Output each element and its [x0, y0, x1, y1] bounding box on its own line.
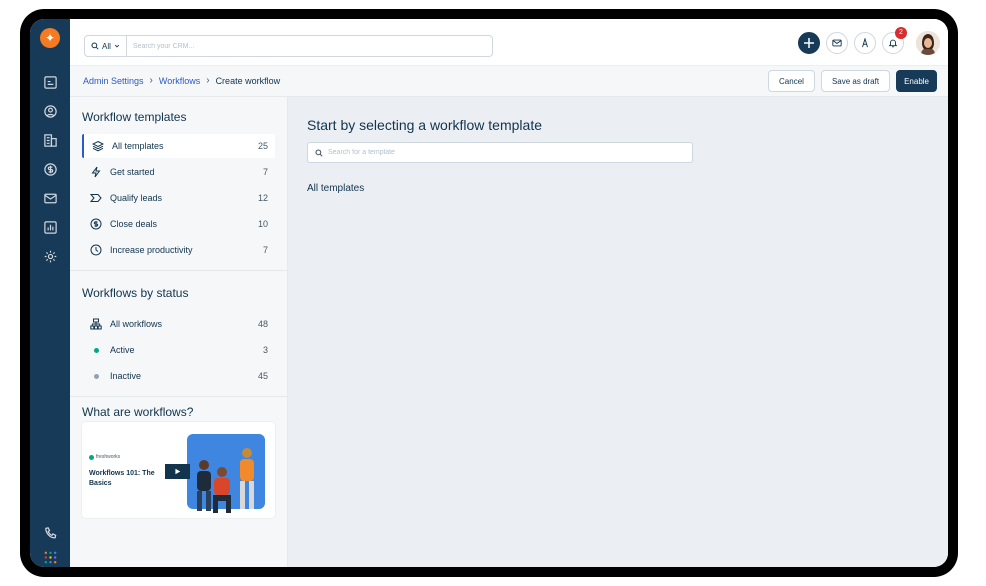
plus-icon: [804, 38, 814, 48]
template-item-label: Get started: [110, 167, 155, 177]
sidebar: Workflow templates All templates 25 Get …: [70, 97, 288, 567]
hierarchy-icon: [85, 318, 107, 330]
email-icon[interactable]: [42, 190, 58, 206]
active-dot-icon: [85, 347, 107, 353]
freshworks-logo-icon: [89, 454, 94, 460]
chevron-right-icon: ›: [206, 75, 210, 86]
breadcrumb: Admin Settings › Workflows › Create work…: [83, 75, 280, 86]
cancel-button[interactable]: Cancel: [768, 70, 815, 92]
status-item-active[interactable]: Active 3: [82, 338, 275, 362]
enable-button[interactable]: Enable: [896, 70, 937, 92]
breadcrumb-workflows[interactable]: Workflows: [159, 76, 200, 86]
search-scope-label: All: [102, 41, 111, 51]
status-item-label: Inactive: [110, 371, 142, 381]
screen: ✦ All Search your CRM... 2 Admin Setting…: [30, 19, 948, 567]
template-item-count: 7: [262, 167, 268, 177]
people-illustration-icon: [197, 448, 254, 513]
freshsales-logo-icon[interactable]: ✦: [40, 28, 60, 48]
status-item-label: Active: [110, 345, 135, 355]
dashboard-icon[interactable]: [42, 74, 58, 90]
inactive-dot-icon: [85, 373, 107, 379]
phone-icon[interactable]: [42, 525, 58, 541]
template-item-count: 25: [257, 141, 268, 151]
bell-icon: [888, 39, 898, 48]
template-item-count: 10: [257, 219, 268, 229]
page-title: Start by selecting a workflow template: [307, 117, 542, 133]
save-as-draft-button[interactable]: Save as draft: [820, 70, 891, 92]
template-item-label: Increase productivity: [110, 245, 193, 255]
header-buttons: Cancel Save as draft Enable: [768, 70, 937, 92]
status-item-count: 3: [262, 345, 268, 355]
assistant-button[interactable]: [854, 32, 876, 54]
template-item-label: All templates: [112, 141, 164, 151]
reports-icon[interactable]: [42, 219, 58, 235]
clock-icon: [85, 244, 107, 256]
breadcrumb-current: Create workflow: [215, 75, 281, 86]
video-title: Workflows 101: The Basics: [89, 470, 155, 487]
play-icon: [175, 468, 181, 475]
status-item-all-workflows[interactable]: All workflows 48: [82, 312, 275, 336]
status-item-inactive[interactable]: Inactive 45: [82, 364, 275, 388]
search-icon: [315, 148, 323, 157]
settings-icon[interactable]: [42, 248, 58, 264]
search-icon: [91, 42, 99, 50]
templates-section-label: All templates: [307, 183, 365, 194]
layers-icon: [87, 140, 109, 152]
divider: [70, 270, 288, 271]
template-item-label: Close deals: [110, 219, 158, 229]
chevron-right-icon: ›: [149, 75, 153, 86]
templates-section-title: Workflow templates: [82, 110, 187, 124]
status-item-label: All workflows: [110, 319, 163, 329]
avatar[interactable]: [916, 31, 940, 55]
template-search: [307, 142, 693, 163]
search-scope-dropdown[interactable]: All: [85, 36, 127, 56]
left-nav: ✦: [30, 19, 70, 567]
template-item-close-deals[interactable]: Close deals 10: [82, 212, 275, 236]
status-item-count: 45: [257, 371, 268, 381]
global-search: All: [84, 35, 493, 57]
workflows-video-card[interactable]: freshworks Workflows 101: The Basics: [82, 422, 275, 518]
status-section-title: Workflows by status: [82, 286, 189, 300]
notification-badge: 2: [895, 27, 907, 39]
about-section-title: What are workflows?: [82, 405, 194, 419]
breadcrumb-admin-settings[interactable]: Admin Settings: [83, 76, 144, 86]
mail-icon: [832, 39, 842, 47]
top-bar: All 2: [70, 19, 948, 65]
chevron-funnel-icon: [85, 192, 107, 204]
brand-label: freshworks: [96, 454, 121, 460]
template-item-qualify-leads[interactable]: Qualify leads 12: [82, 186, 275, 210]
accounts-icon[interactable]: [42, 132, 58, 148]
mail-button[interactable]: [826, 32, 848, 54]
lightning-icon: [85, 166, 107, 178]
status-item-count: 48: [257, 319, 268, 329]
template-item-label: Qualify leads: [110, 193, 163, 203]
chevron-down-icon: [114, 44, 120, 48]
quick-add-button[interactable]: [798, 32, 820, 54]
app-launcher-icon[interactable]: [42, 549, 58, 565]
freshworks-brand: freshworks: [89, 454, 120, 460]
template-item-increase-productivity[interactable]: Increase productivity 7: [82, 238, 275, 262]
deals-icon[interactable]: [42, 161, 58, 177]
search-input[interactable]: [126, 42, 427, 50]
template-item-get-started[interactable]: Get started 7: [82, 160, 275, 184]
assistant-icon: [862, 38, 868, 48]
page-header: Admin Settings › Workflows › Create work…: [70, 65, 948, 97]
template-item-count: 12: [257, 193, 268, 203]
dollar-icon: [85, 218, 107, 230]
divider: [70, 396, 288, 397]
contacts-icon[interactable]: [42, 103, 58, 119]
template-item-count: 7: [262, 245, 268, 255]
main-content: Start by selecting a workflow template A…: [288, 97, 948, 567]
template-search-input[interactable]: [328, 149, 668, 156]
top-actions: 2: [798, 27, 940, 55]
notifications-button[interactable]: 2: [882, 27, 907, 54]
play-button[interactable]: [165, 464, 190, 479]
device-frame: ✦ All Search your CRM... 2 Admin Setting…: [20, 9, 958, 577]
template-item-all[interactable]: All templates 25: [82, 134, 275, 158]
